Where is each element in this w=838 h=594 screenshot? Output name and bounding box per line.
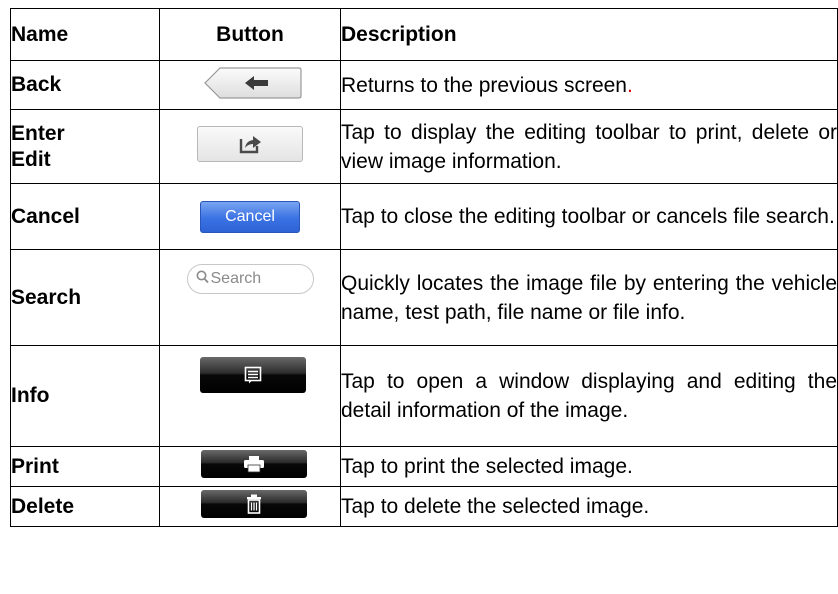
header-description: Description bbox=[340, 8, 838, 61]
enter-edit-button[interactable] bbox=[197, 126, 303, 162]
table-row: Info Tap to open a window displaying and… bbox=[10, 345, 838, 447]
trash-icon bbox=[247, 494, 261, 514]
row-description: Tap to delete the selected image. bbox=[340, 486, 838, 527]
row-name: Info bbox=[10, 345, 160, 447]
row-description: Quickly locates the image file by enteri… bbox=[340, 249, 838, 346]
header-button: Button bbox=[159, 8, 341, 61]
row-name: Cancel bbox=[10, 183, 160, 250]
row-description: Returns to the previous screen. bbox=[340, 60, 838, 110]
search-input[interactable]: Search bbox=[186, 264, 314, 294]
back-button[interactable] bbox=[204, 66, 302, 99]
header-name: Name bbox=[10, 8, 160, 61]
row-description: Tap to print the selected image. bbox=[340, 446, 838, 487]
table-row: Enter Edit Tap to display the editing to… bbox=[10, 109, 838, 184]
row-name: Search bbox=[10, 249, 160, 346]
back-arrow-icon bbox=[204, 66, 302, 99]
table-row: Delete Tap to delete the selected image. bbox=[10, 486, 838, 527]
table-row: Cancel Cancel Tap to close the editing t… bbox=[10, 183, 838, 250]
printer-icon bbox=[244, 456, 264, 473]
cancel-button[interactable]: Cancel bbox=[200, 200, 300, 233]
row-name: Delete bbox=[10, 486, 160, 527]
magnifier-icon bbox=[196, 270, 209, 284]
description-text: Returns to the previous screen bbox=[341, 73, 627, 97]
print-button[interactable] bbox=[201, 450, 307, 478]
info-button[interactable] bbox=[200, 357, 306, 393]
table-row: Print Tap to print the selected image. bbox=[10, 446, 838, 487]
table-header-row: Name Button Description bbox=[10, 8, 838, 61]
table-row: Back Returns to the previous screen. bbox=[10, 60, 838, 110]
row-description: Tap to display the editing toolbar to pr… bbox=[340, 109, 838, 184]
button-reference-table: Name Button Description Back Returns to … bbox=[10, 8, 838, 527]
share-edit-icon bbox=[239, 136, 261, 154]
table-row: Search Search Quickly locates the image … bbox=[10, 249, 838, 346]
row-name: Back bbox=[10, 60, 160, 110]
row-name: Print bbox=[10, 446, 160, 487]
row-description: Tap to open a window displaying and edit… bbox=[340, 345, 838, 447]
info-document-icon bbox=[244, 366, 262, 384]
search-placeholder: Search bbox=[210, 270, 262, 287]
delete-button[interactable] bbox=[201, 490, 307, 518]
description-period: . bbox=[626, 73, 633, 97]
row-name: Enter Edit bbox=[10, 109, 160, 184]
row-description: Tap to close the editing toolbar or canc… bbox=[340, 183, 838, 250]
